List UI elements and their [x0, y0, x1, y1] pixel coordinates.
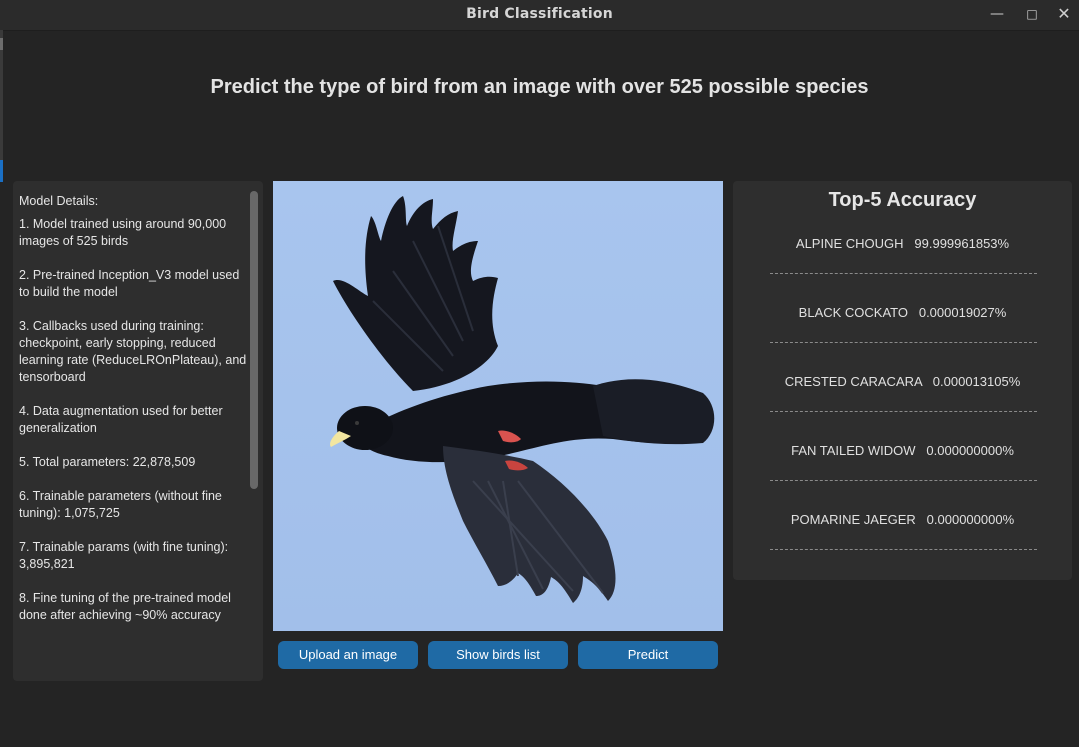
details-item: 8. Fine tuning of the pre-trained model … — [19, 591, 231, 622]
upload-image-button[interactable]: Upload an image — [278, 641, 418, 669]
result-score: 0.000013105% — [932, 374, 1021, 389]
result-divider — [770, 549, 1037, 550]
result-score: 0.000000000% — [926, 512, 1015, 527]
details-item: 3. Callbacks used during training: check… — [19, 319, 247, 384]
result-item: FAN TAILED WIDOW 0.000000000% — [733, 443, 1072, 458]
predict-button[interactable]: Predict — [578, 641, 718, 669]
top5-results-panel: Top-5 Accuracy ALPINE CHOUGH 99.99996185… — [733, 181, 1072, 580]
result-score: 0.000019027% — [918, 305, 1007, 320]
show-birds-list-button[interactable]: Show birds list — [428, 641, 568, 669]
result-item: CRESTED CARACARA 0.000013105% — [733, 374, 1072, 389]
page-headline: Predict the type of bird from an image w… — [210, 76, 869, 98]
details-item: 2. Pre-trained Inception_V3 model used t… — [19, 268, 240, 299]
model-details-text: Model Details: 1. Model trained using ar… — [19, 193, 247, 641]
result-name: CRESTED CARACARA — [784, 374, 922, 389]
window-title: Bird Classification — [466, 6, 613, 22]
details-item: 4. Data augmentation used for better gen… — [19, 404, 223, 435]
details-item: 5. Total parameters: 22,878,509 — [19, 455, 196, 469]
bird-illustration — [273, 181, 723, 631]
result-name: POMARINE JAEGER — [790, 512, 916, 527]
details-item: 7. Trainable params (with fine tuning): … — [19, 540, 229, 571]
results-title: Top-5 Accuracy — [828, 189, 977, 211]
result-name: ALPINE CHOUGH — [795, 236, 904, 251]
model-details-panel[interactable]: Model Details: 1. Model trained using ar… — [13, 181, 263, 681]
result-divider — [770, 480, 1037, 481]
close-icon[interactable]: ✕ — [1051, 4, 1077, 24]
title-bar: Bird Classification — □ ✕ — [0, 0, 1079, 31]
details-heading: Model Details: — [19, 194, 99, 208]
result-score: 0.000000000% — [926, 443, 1014, 458]
result-divider — [770, 273, 1037, 274]
result-item: BLACK COCKATO 0.000019027% — [733, 305, 1072, 320]
details-scrollbar[interactable] — [250, 191, 258, 489]
result-score: 99.999961853% — [914, 236, 1010, 251]
window-edge — [0, 30, 3, 170]
result-name: BLACK COCKATO — [798, 305, 908, 320]
details-item: 6. Trainable parameters (without fine tu… — [19, 489, 222, 520]
window-edge-accent — [0, 160, 3, 182]
result-name: FAN TAILED WIDOW — [791, 443, 916, 458]
result-divider — [770, 411, 1037, 412]
bird-image — [273, 181, 723, 631]
minimize-icon[interactable]: — — [984, 4, 1010, 24]
maximize-icon[interactable]: □ — [1019, 4, 1045, 24]
result-item: ALPINE CHOUGH 99.999961853% — [733, 236, 1072, 251]
window-edge-marker — [0, 38, 3, 50]
details-item: 1. Model trained using around 90,000 ima… — [19, 217, 227, 248]
result-divider — [770, 342, 1037, 343]
result-item: POMARINE JAEGER 0.000000000% — [733, 512, 1072, 527]
